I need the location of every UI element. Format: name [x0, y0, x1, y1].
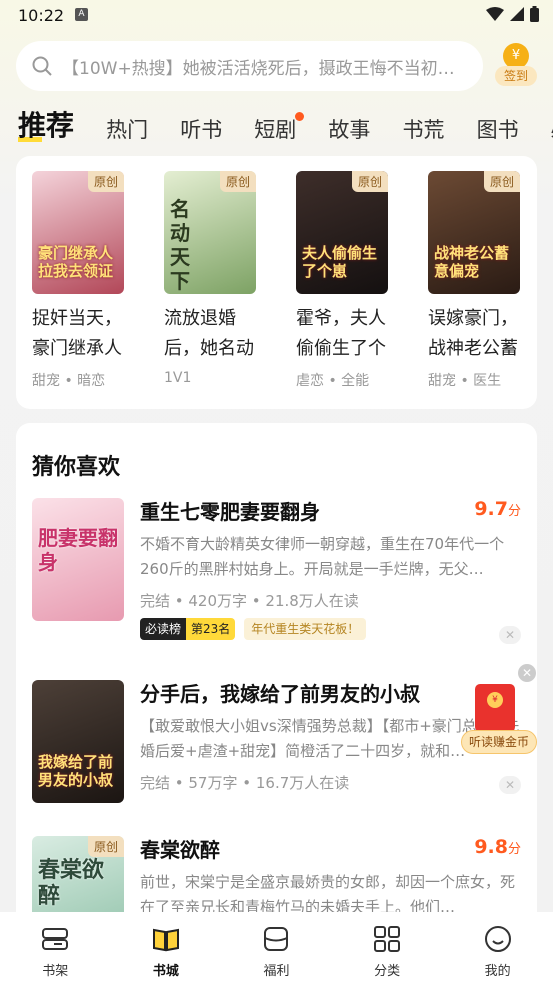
book-tags: 虐恋 • 全能: [296, 373, 370, 389]
nav-label: 书架: [42, 964, 69, 979]
book-cover: 原创 夫人偷偷生了个崽: [296, 171, 388, 294]
wifi-icon: [486, 7, 504, 21]
list-item[interactable]: 我嫁给了前男友的小叔 分手后，我嫁给了前男友的小叔 【敢爱敢恨大小姐vs深情强势…: [32, 680, 521, 805]
rank-badge[interactable]: 必读榜 第23名: [140, 618, 236, 640]
book-title: 捉奸当天，豪门继承人: [32, 308, 122, 359]
original-badge: 原创: [87, 171, 124, 192]
highlight-tag: 年代重生类天花板！: [244, 618, 367, 640]
book-card[interactable]: 原创 夫人偷偷生了个崽 霍爷，夫人偷偷生了个 虐恋 • 全能: [296, 171, 388, 390]
book-title: 春棠欲醉: [140, 838, 220, 862]
book-card[interactable]: 原创 战神老公蓄意偏宠 误嫁豪门，战神老公蓄 甜宠 • 医生: [428, 171, 520, 390]
original-badge: 原创: [351, 171, 388, 192]
nav-bookstore[interactable]: 书城: [111, 912, 222, 984]
nav-bookshelf[interactable]: 书架: [0, 912, 111, 984]
dismiss-button[interactable]: ✕: [499, 626, 521, 644]
book-cover: 肥妻要翻身: [32, 498, 124, 621]
cover-title: 肥妻要翻身: [38, 526, 118, 574]
packet-label: 听读赚金币: [461, 730, 537, 754]
cover-title: 豪门继承人拉我去领证: [38, 244, 114, 280]
cover-title: 战神老公蓄意偏宠: [434, 244, 510, 280]
tab-book-shortage[interactable]: 书荒: [402, 114, 444, 144]
bottom-nav: 书架 书城 福利 分类 我的: [0, 912, 553, 984]
book-tags: 1V1: [164, 370, 192, 386]
welfare-icon: [264, 927, 289, 951]
red-envelope-icon: ¥: [475, 684, 515, 732]
cover-title: 名动天下: [170, 197, 190, 293]
original-badge: 原创: [483, 171, 520, 192]
category-tabs: 推荐 热门 听书 短剧 故事 书荒 图书 必读: [18, 104, 553, 148]
nav-welfare[interactable]: 福利: [221, 912, 332, 984]
status-time: 10:22: [18, 6, 65, 25]
dismiss-button[interactable]: ✕: [499, 776, 521, 794]
nav-label: 福利: [263, 964, 290, 979]
search-placeholder: 【10W+热搜】她被活活烧死后，摄政王悔不当初…: [62, 58, 455, 79]
book-title: 霍爷，夫人偷偷生了个: [296, 308, 386, 359]
cover-title: 夫人偷偷生了个崽: [302, 244, 378, 280]
new-dot-badge: [295, 112, 305, 121]
category-icon: [374, 926, 401, 952]
book-card[interactable]: 原创 名动天下 流放退婚后，她名动 1V1: [164, 171, 256, 386]
bookstore-icon: [152, 928, 179, 952]
book-score: 9.8分: [474, 836, 521, 858]
recommend-card: 原创 豪门继承人拉我去领证 捉奸当天，豪门继承人 甜宠 • 暗恋 原创 名动天下…: [16, 156, 537, 409]
tab-recommend[interactable]: 推荐: [18, 104, 74, 144]
book-meta: 完结 • 420万字 • 21.8万人在读: [140, 592, 359, 610]
profile-icon: [484, 926, 511, 952]
original-badge: 原创: [87, 836, 124, 857]
status-bar: 10:22 A: [0, 0, 553, 30]
book-description: 不婚不育大龄精英女律师一朝穿越，重生在70年代一个260斤的黑胖村姑身上。开局就…: [140, 535, 505, 578]
tab-audiobook[interactable]: 听书: [180, 114, 222, 144]
nav-label: 我的: [484, 964, 511, 979]
book-title: 重生七零肥妻要翻身: [140, 500, 320, 524]
listen-earn-packet[interactable]: ✕ ¥ 听读赚金币: [458, 662, 540, 757]
book-cover: 原创 战神老公蓄意偏宠: [428, 171, 520, 294]
tab-stories[interactable]: 故事: [328, 114, 370, 144]
book-title: 误嫁豪门，战神老公蓄: [428, 308, 518, 359]
section-heading: 猜你喜欢: [32, 455, 121, 480]
battery-icon: [530, 6, 539, 22]
book-score: 9.7分: [474, 498, 521, 520]
book-meta: 完结 • 57万字 • 16.7万人在读: [140, 774, 350, 792]
bookshelf-icon: [42, 928, 69, 950]
tab-hot[interactable]: 热门: [106, 114, 148, 144]
tab-short-drama[interactable]: 短剧: [254, 112, 305, 144]
tab-books[interactable]: 图书: [477, 114, 519, 144]
cover-title: 春棠欲醉: [38, 858, 105, 909]
nav-profile[interactable]: 我的: [442, 912, 553, 984]
close-icon[interactable]: ✕: [518, 664, 536, 682]
book-cover: 我嫁给了前男友的小叔: [32, 680, 124, 803]
cover-title: 我嫁给了前男友的小叔: [38, 753, 114, 789]
signin-label: 签到: [495, 66, 537, 86]
book-title: 流放退婚后，她名动: [164, 308, 254, 359]
system-icons: [486, 6, 539, 22]
book-cover: 原创 豪门继承人拉我去领证: [32, 171, 124, 294]
original-badge: 原创: [219, 171, 256, 192]
nav-category[interactable]: 分类: [332, 912, 443, 984]
notification-a-icon: A: [75, 8, 88, 21]
book-card[interactable]: 原创 豪门继承人拉我去领证 捉奸当天，豪门继承人 甜宠 • 暗恋: [32, 171, 124, 390]
signal-icon: [510, 7, 524, 21]
book-tags: 甜宠 • 医生: [428, 373, 502, 389]
search-bar[interactable]: 【10W+热搜】她被活活烧死后，摄政王悔不当初…: [16, 41, 483, 91]
book-tags: 甜宠 • 暗恋: [32, 373, 106, 389]
list-item[interactable]: 肥妻要翻身 重生七零肥妻要翻身 9.7分 不婚不育大龄精英女律师一朝穿越，重生在…: [32, 498, 521, 644]
signin-button[interactable]: ¥ 签到: [494, 43, 538, 89]
book-cover: 原创 名动天下: [164, 171, 256, 294]
nav-label: 分类: [374, 964, 401, 979]
search-icon: [32, 56, 52, 76]
nav-label: 书城: [152, 964, 179, 979]
